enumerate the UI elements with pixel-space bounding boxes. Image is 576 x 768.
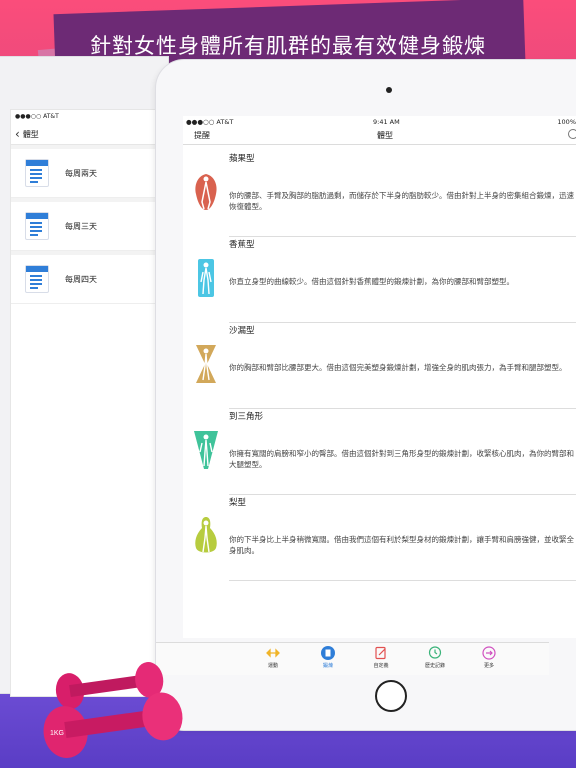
- list-item[interactable]: 每周三天: [11, 202, 157, 251]
- body-type-title: 蘋果型: [229, 154, 255, 164]
- back-screen: ●●●○○ AT&T ‹ 體型 每周兩天 每周三天 每周四天: [10, 109, 158, 697]
- divider: [229, 236, 576, 237]
- home-button[interactable]: [375, 680, 407, 712]
- tab-label: 鍛煉: [322, 663, 333, 669]
- history-icon: [428, 646, 442, 659]
- tab-bar: 運動 鍛煉 自定義 歷史記錄 更多: [156, 642, 549, 675]
- exercise-icon: [266, 648, 280, 658]
- more-icon: [482, 646, 496, 660]
- dumbbell-label: 1KG: [50, 730, 64, 737]
- tab-more[interactable]: 更多: [469, 646, 509, 669]
- body-type-title: 沙漏型: [229, 326, 255, 336]
- body-type-title: 到三角形: [229, 412, 264, 422]
- document-list-icon: [25, 212, 49, 240]
- divider: [229, 322, 576, 323]
- front-tablet: ●●●○○ AT&T 9:41 AM 100% 提醒 體型 蘋果型 你的腰部、手…: [156, 60, 576, 730]
- back-status-bar: ●●●○○ AT&T: [15, 113, 59, 120]
- tab-custom[interactable]: 自定義: [361, 646, 401, 669]
- nav-bar: 提醒 體型: [183, 126, 576, 145]
- dumbbell-image: 1KG: [43, 661, 183, 758]
- inverted-triangle-body-icon: [194, 431, 218, 469]
- tab-exercise[interactable]: 運動: [253, 646, 293, 669]
- status-bar: ●●●○○ AT&T 9:41 AM 100%: [183, 116, 576, 126]
- pear-body-icon: [195, 517, 217, 553]
- info-icon[interactable]: [568, 129, 576, 139]
- divider: [229, 494, 576, 495]
- body-type-row-apple[interactable]: 蘋果型 你的腰部、手臂及胸部的脂肪過剩，而儲存於下半身的脂肪較少。借由針對上半身…: [183, 152, 576, 237]
- tab-label: 自定義: [373, 663, 389, 669]
- divider: [229, 408, 576, 409]
- clock: 9:41 AM: [373, 118, 400, 126]
- body-type-row-inverted-triangle[interactable]: 到三角形 你擁有寬闊的肩膀和窄小的臀部。借由這個針對到三角形身型的鍛煉計劃，收緊…: [183, 410, 576, 495]
- custom-icon: [375, 646, 386, 660]
- apple-body-icon: [195, 174, 217, 210]
- battery: 100%: [557, 118, 576, 126]
- body-type-description: 你的胸部和臂部比腰部更大。借由這個完美塑身鍛煉計劃，增強全身的肌肉張力，為手臂和…: [229, 363, 567, 372]
- page-title: 體型: [377, 131, 393, 140]
- hourglass-body-icon: [196, 345, 216, 383]
- carrier: ●●●○○ AT&T: [186, 118, 234, 126]
- banana-body-icon: [198, 259, 214, 297]
- tab-label: 運動: [267, 663, 278, 669]
- list-item-label: 每周四天: [65, 274, 97, 284]
- front-screen: ●●●○○ AT&T 9:41 AM 100% 提醒 體型 蘋果型 你的腰部、手…: [183, 116, 576, 638]
- tab-workout[interactable]: 鍛煉: [308, 646, 348, 669]
- back-nav-title: 體型: [22, 129, 39, 139]
- reminder-button[interactable]: 提醒: [194, 130, 210, 141]
- back-nav-bar[interactable]: ‹ 體型: [11, 124, 157, 145]
- back-tablet: ●●●○○ AT&T ‹ 體型 每周兩天 每周三天 每周四天: [0, 57, 168, 697]
- body-type-description: 你的下半身比上半身稍微寬闊。借由我們這個有利於梨型身材的鍛煉計劃，讓手臂和肩膀強…: [229, 535, 574, 555]
- camera-dot: [386, 87, 392, 93]
- list-item[interactable]: 每周四天: [11, 255, 157, 304]
- body-type-title: 梨型: [229, 498, 247, 508]
- document-list-icon: [25, 265, 49, 293]
- body-type-description: 你擁有寬闊的肩膀和窄小的臀部。借由這個針對到三角形身型的鍛煉計劃，收緊核心肌肉，…: [229, 449, 574, 469]
- back-chevron-icon[interactable]: ‹: [15, 128, 20, 140]
- list-item-label: 每周三天: [65, 221, 97, 231]
- divider: [229, 580, 576, 581]
- body-type-row-hourglass[interactable]: 沙漏型 你的胸部和臂部比腰部更大。借由這個完美塑身鍛煉計劃，增強全身的肌肉張力，…: [183, 324, 576, 409]
- tab-label: 更多: [483, 663, 494, 669]
- list-item[interactable]: 每周兩天: [11, 149, 157, 198]
- back-list: 每周兩天 每周三天 每周四天: [11, 145, 157, 304]
- tab-history[interactable]: 歷史記錄: [415, 646, 455, 669]
- body-type-row-pear[interactable]: 梨型 你的下半身比上半身稍微寬闊。借由我們這個有利於梨型身材的鍛煉計劃，讓手臂和…: [183, 496, 576, 581]
- workout-icon: [321, 646, 335, 660]
- body-type-description: 你直立身型的曲線較少。借由這個針對香蕉體型的鍛煉計劃，為你的腰部和臂部塑型。: [229, 277, 514, 286]
- tab-label: 歷史記錄: [424, 663, 445, 669]
- document-list-icon: [25, 159, 49, 187]
- headline: 針對女性身體所有肌群的最有效健身鍛煉: [90, 34, 486, 58]
- body-type-row-banana[interactable]: 香蕉型 你直立身型的曲線較少。借由這個針對香蕉體型的鍛煉計劃，為你的腰部和臂部塑…: [183, 238, 576, 323]
- body-type-description: 你的腰部、手臂及胸部的脂肪過剩，而儲存於下半身的脂肪較少。借由針對上半身的密集組…: [229, 191, 574, 211]
- list-item-label: 每周兩天: [65, 168, 97, 178]
- body-type-title: 香蕉型: [229, 240, 255, 250]
